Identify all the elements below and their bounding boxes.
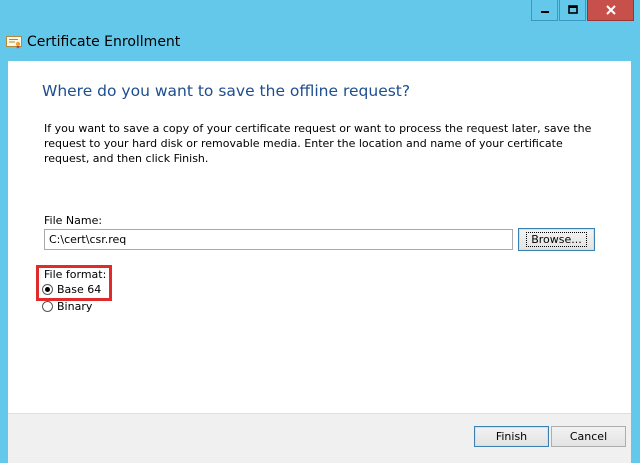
close-button[interactable] xyxy=(587,0,634,21)
radio-base64-label: Base 64 xyxy=(57,283,102,296)
file-format-label: File format: xyxy=(44,268,107,281)
close-icon xyxy=(605,5,616,15)
radio-base64[interactable]: Base 64 xyxy=(42,283,101,296)
maximize-button[interactable] xyxy=(559,0,586,21)
page-description: If you want to save a copy of your certi… xyxy=(44,122,592,165)
page-heading: Where do you want to save the offline re… xyxy=(42,82,411,100)
radio-unselected-icon[interactable] xyxy=(42,301,53,312)
file-name-input[interactable] xyxy=(44,229,513,250)
radio-binary-label: Binary xyxy=(57,300,93,313)
browse-button-label: Browse... xyxy=(526,232,587,247)
radio-binary[interactable]: Binary xyxy=(42,300,92,313)
minimize-button[interactable] xyxy=(531,0,558,21)
radio-selected-icon[interactable] xyxy=(42,284,53,295)
window-title: Certificate Enrollment xyxy=(27,34,181,50)
minimize-icon xyxy=(540,11,549,13)
maximize-icon xyxy=(567,5,578,14)
file-name-label: File Name: xyxy=(44,214,103,227)
certificate-icon xyxy=(6,36,22,49)
finish-button[interactable]: Finish xyxy=(474,426,549,447)
browse-button[interactable]: Browse... xyxy=(518,228,595,251)
cancel-button[interactable]: Cancel xyxy=(551,426,626,447)
